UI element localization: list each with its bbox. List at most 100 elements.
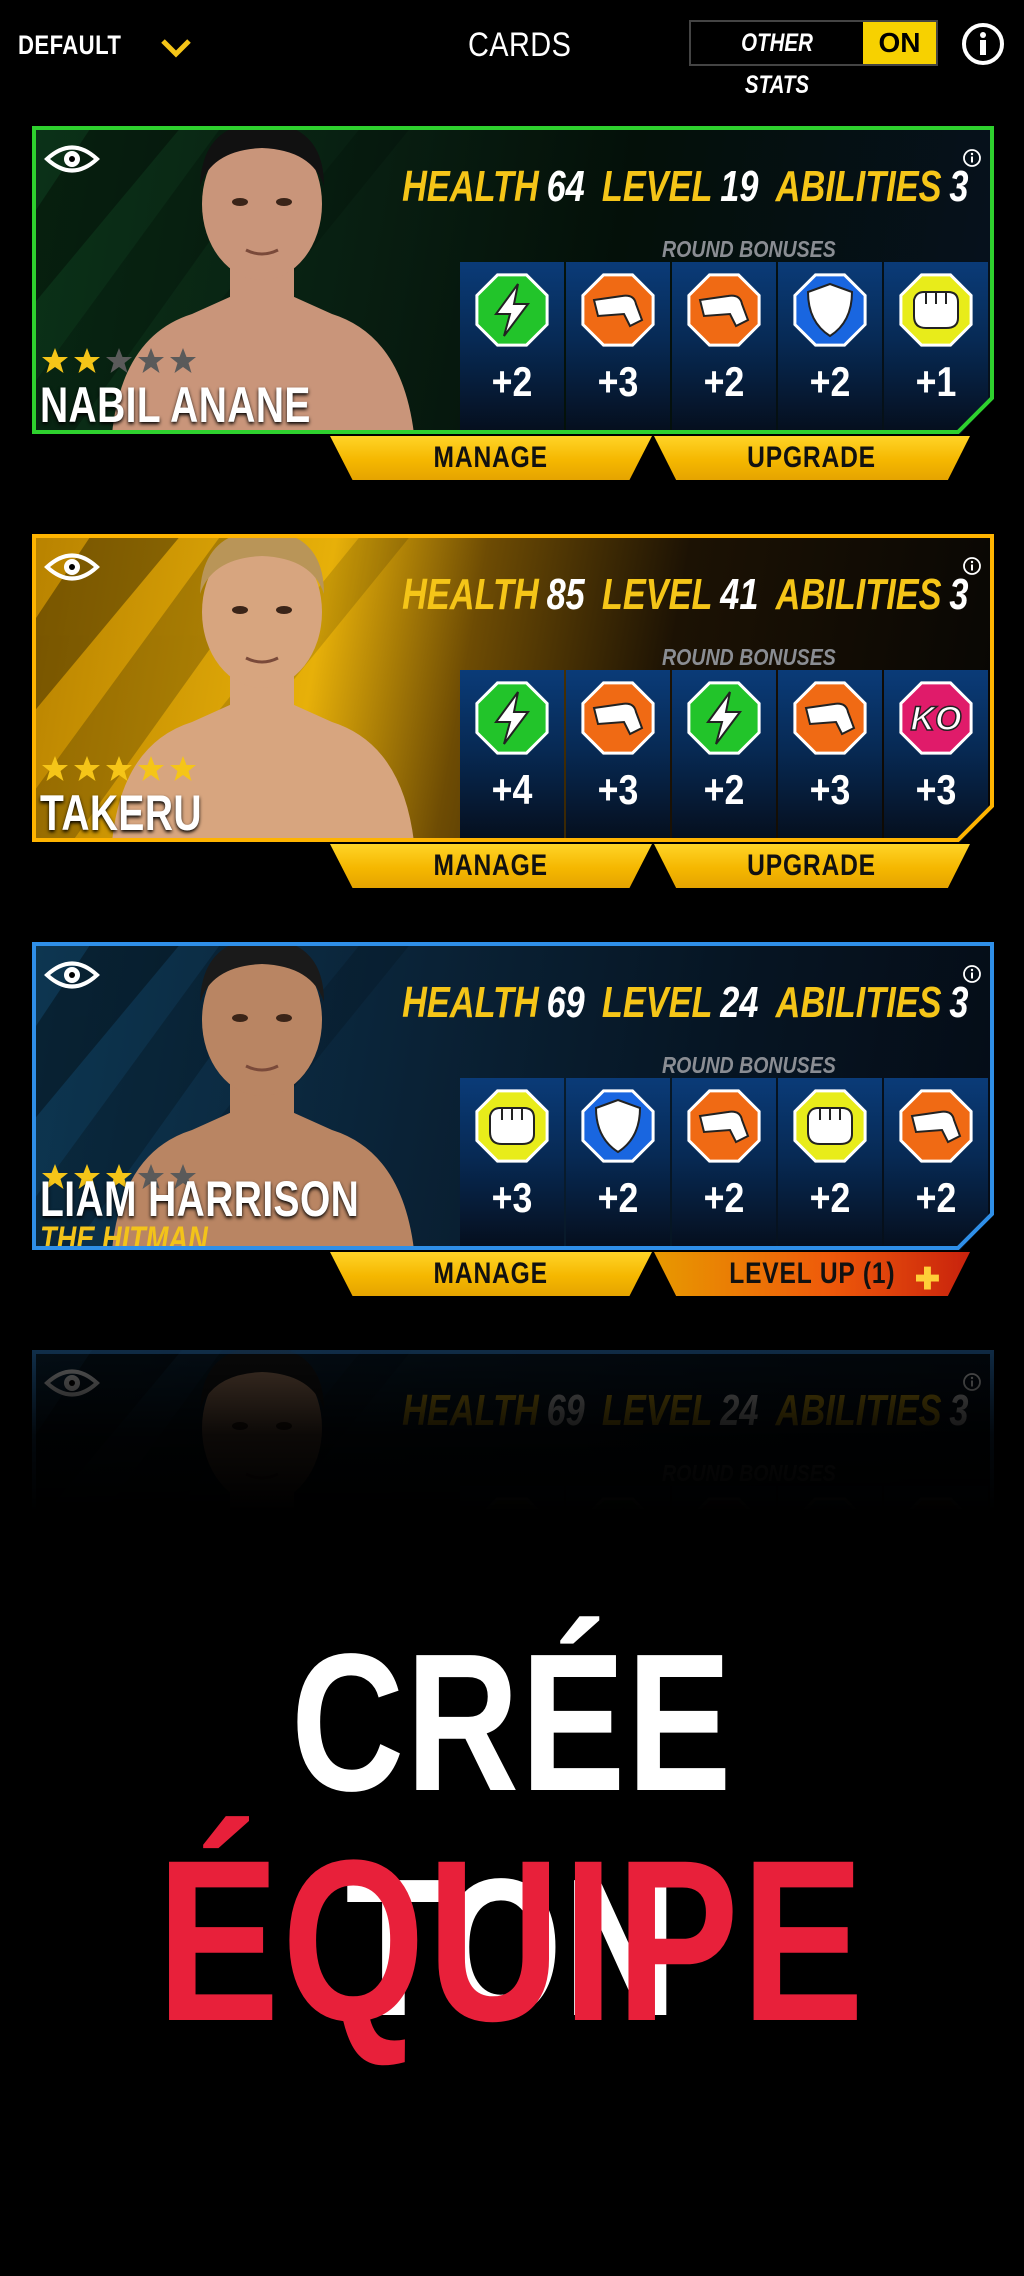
- manage-button[interactable]: MANAGE: [330, 844, 652, 888]
- lightning-icon: [475, 681, 549, 755]
- round-bonus-value: +2: [703, 1174, 745, 1221]
- round-bonus-cell: +2: [778, 262, 882, 434]
- round-bonus-cell: +3: [778, 670, 882, 842]
- other-stats-value: ON: [863, 22, 936, 64]
- round-bonus-value: +2: [703, 766, 745, 813]
- level-value: 24: [720, 978, 759, 1027]
- kick-icon: [793, 681, 867, 755]
- kick-icon: [687, 1089, 761, 1163]
- fighter-card[interactable]: LIAM HARRISON THE HITMAN HEALTH 69 LEVEL…: [32, 942, 994, 1250]
- health-value: 85: [546, 570, 585, 619]
- star-empty-icon: [106, 348, 132, 373]
- health-value: 69: [546, 978, 585, 1027]
- chevron-down-icon[interactable]: [160, 38, 192, 58]
- level-value: 19: [720, 162, 759, 211]
- round-bonus-value: +3: [597, 358, 639, 405]
- round-bonus-cell: +2: [460, 262, 564, 434]
- fighter-stats: HEALTH 69 LEVEL 24 ABILITIES 3: [402, 978, 984, 1028]
- eye-icon[interactable]: [44, 550, 100, 584]
- info-icon[interactable]: [962, 556, 982, 576]
- round-bonus-cell: +2: [778, 1078, 882, 1250]
- ko-icon: KO: [899, 681, 973, 755]
- info-icon[interactable]: [962, 148, 982, 168]
- round-bonuses-label: ROUND BONUSES: [662, 1052, 836, 1078]
- fist-icon: [475, 1089, 549, 1163]
- level-label: LEVEL: [601, 978, 713, 1027]
- round-bonus-cell: +1: [884, 262, 988, 434]
- shield-icon: [793, 273, 867, 347]
- level-label: LEVEL: [601, 570, 713, 619]
- health-value: 64: [546, 162, 585, 211]
- star-rating: [40, 754, 198, 784]
- round-bonus-cell: +3: [460, 1078, 564, 1250]
- star-filled-icon: [42, 348, 68, 373]
- round-bonus-value: +2: [809, 1174, 851, 1221]
- plus-icon: ✚: [914, 1263, 940, 1296]
- round-bonuses: +3 +2 +2 +2 +2: [460, 1078, 988, 1250]
- level-up-button[interactable]: LEVEL UP (1) ✚: [654, 1252, 970, 1296]
- sort-dropdown-label[interactable]: DEFAULT: [18, 30, 121, 61]
- info-icon[interactable]: [962, 964, 982, 984]
- round-bonus-cell: +3: [566, 670, 670, 842]
- kick-icon: [581, 273, 655, 347]
- round-bonus-value: +3: [491, 1174, 533, 1221]
- round-bonuses-label: ROUND BONUSES: [662, 644, 836, 670]
- fighter-stats: HEALTH 85 LEVEL 41 ABILITIES 3: [402, 570, 984, 620]
- round-bonus-cell: +2: [672, 670, 776, 842]
- star-filled-icon: [170, 756, 196, 781]
- round-bonuses: +4 +3 +2 +3 KO +3: [460, 670, 988, 842]
- health-label: HEALTH: [402, 162, 539, 211]
- level-value: 41: [720, 570, 759, 619]
- other-stats-toggle[interactable]: OTHER STATS ON: [689, 20, 938, 99]
- round-bonus-cell: KO +3: [884, 670, 988, 842]
- abilities-label: ABILITIES: [775, 978, 942, 1027]
- fist-icon: [899, 273, 973, 347]
- fist-icon: [793, 1089, 867, 1163]
- level-label: LEVEL: [601, 162, 713, 211]
- round-bonus-value: +3: [809, 766, 851, 813]
- lightning-icon: [475, 273, 549, 347]
- round-bonus-cell: +2: [672, 262, 776, 434]
- abilities-value: 3: [949, 570, 969, 619]
- other-stats-label: OTHER STATS: [741, 29, 813, 99]
- fighter-card[interactable]: TAKERU HEALTH 85 LEVEL 41 ABILITIES 3 RO…: [32, 534, 994, 842]
- manage-button[interactable]: MANAGE: [330, 1252, 652, 1296]
- upgrade-button[interactable]: UPGRADE: [654, 436, 970, 480]
- round-bonus-value: +2: [491, 358, 533, 405]
- star-filled-icon: [74, 756, 100, 781]
- manage-button[interactable]: MANAGE: [330, 436, 652, 480]
- abilities-value: 3: [949, 162, 969, 211]
- svg-text:KO: KO: [911, 700, 962, 738]
- round-bonus-value: +2: [809, 358, 851, 405]
- fighter-name: NABIL ANANE: [40, 377, 311, 433]
- round-bonus-value: +2: [915, 1174, 957, 1221]
- kick-icon: [581, 681, 655, 755]
- star-empty-icon: [138, 348, 164, 373]
- round-bonus-cell: +4: [460, 670, 564, 842]
- top-bar: DEFAULT CARDS OTHER STATS ON: [0, 0, 1024, 100]
- fighter-nickname: THE HITMAN: [40, 1220, 208, 1250]
- abilities-label: ABILITIES: [775, 162, 942, 211]
- round-bonus-value: +2: [597, 1174, 639, 1221]
- star-filled-icon: [138, 756, 164, 781]
- upgrade-button[interactable]: UPGRADE: [654, 844, 970, 888]
- fighter-stats: HEALTH 64 LEVEL 19 ABILITIES 3: [402, 162, 984, 212]
- eye-icon[interactable]: [44, 958, 100, 992]
- lightning-icon: [687, 681, 761, 755]
- round-bonus-value: +2: [703, 358, 745, 405]
- kick-icon: [687, 273, 761, 347]
- health-label: HEALTH: [402, 978, 539, 1027]
- round-bonus-cell: +2: [884, 1078, 988, 1250]
- slogan-line-2: ÉQUIPE: [157, 1812, 867, 2069]
- star-filled-icon: [106, 756, 132, 781]
- eye-icon[interactable]: [44, 142, 100, 176]
- screen-title: CARDS: [468, 26, 572, 64]
- info-icon[interactable]: [961, 22, 1005, 66]
- round-bonuses-label: ROUND BONUSES: [662, 236, 836, 262]
- round-bonus-cell: +2: [566, 1078, 670, 1250]
- fighter-card[interactable]: NABIL ANANE HEALTH 64 LEVEL 19 ABILITIES…: [32, 126, 994, 434]
- round-bonus-value: +3: [915, 766, 957, 813]
- round-bonuses: +2 +3 +2 +2 +1: [460, 262, 988, 434]
- star-empty-icon: [170, 348, 196, 373]
- health-label: HEALTH: [402, 570, 539, 619]
